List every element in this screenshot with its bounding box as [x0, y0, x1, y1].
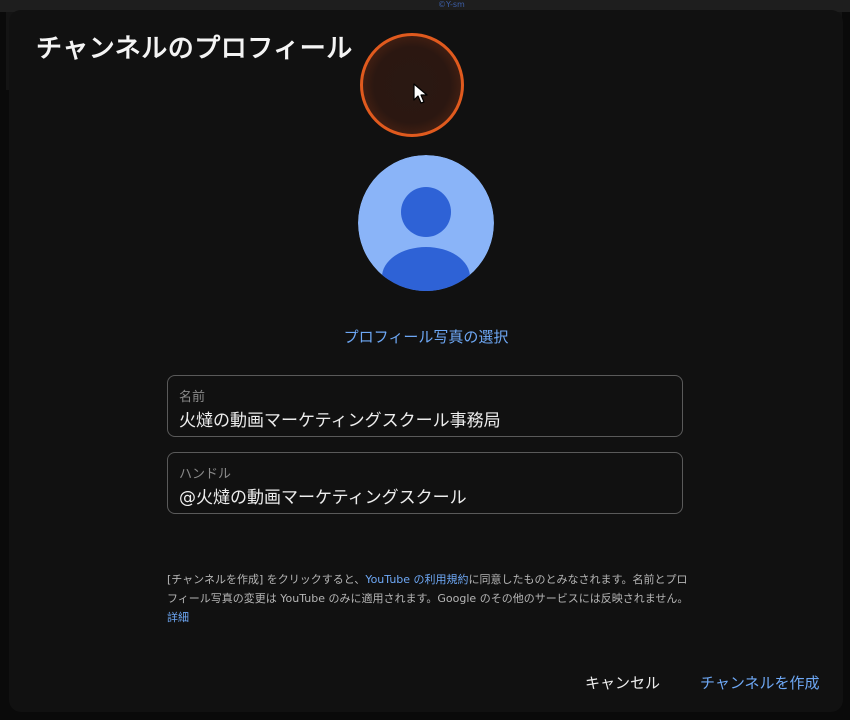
- handle-field-label: ハンドル: [179, 467, 232, 482]
- terms-notice: [チャンネルを作成] をクリックすると、YouTube の利用規約に同意したもの…: [167, 570, 697, 627]
- handle-field[interactable]: ハンドル @火燵の動画マーケティングスクール: [167, 452, 683, 514]
- dialog-title: チャンネルのプロフィール: [36, 34, 353, 64]
- cancel-button[interactable]: キャンセル: [585, 672, 660, 693]
- top-strip-text: ©Y-sm: [438, 0, 465, 9]
- name-field[interactable]: 名前 火燵の動画マーケティングスクール事務局: [167, 375, 683, 437]
- youtube-terms-link[interactable]: YouTube の利用規約: [365, 573, 468, 586]
- name-field-value[interactable]: 火燵の動画マーケティングスクール事務局: [179, 406, 501, 431]
- default-person-avatar-icon[interactable]: [358, 155, 494, 291]
- create-channel-button[interactable]: チャンネルを作成: [700, 672, 820, 693]
- terms-text-part1: [チャンネルを作成] をクリックすると、: [167, 573, 366, 586]
- click-highlight-ring: [360, 33, 464, 137]
- select-profile-photo-link[interactable]: プロフィール写真の選択: [0, 326, 850, 347]
- details-link[interactable]: 詳細: [167, 611, 189, 624]
- name-field-label: 名前: [179, 390, 206, 405]
- handle-field-value[interactable]: @火燵の動画マーケティングスクール: [179, 483, 467, 508]
- mouse-pointer-icon: [413, 83, 429, 109]
